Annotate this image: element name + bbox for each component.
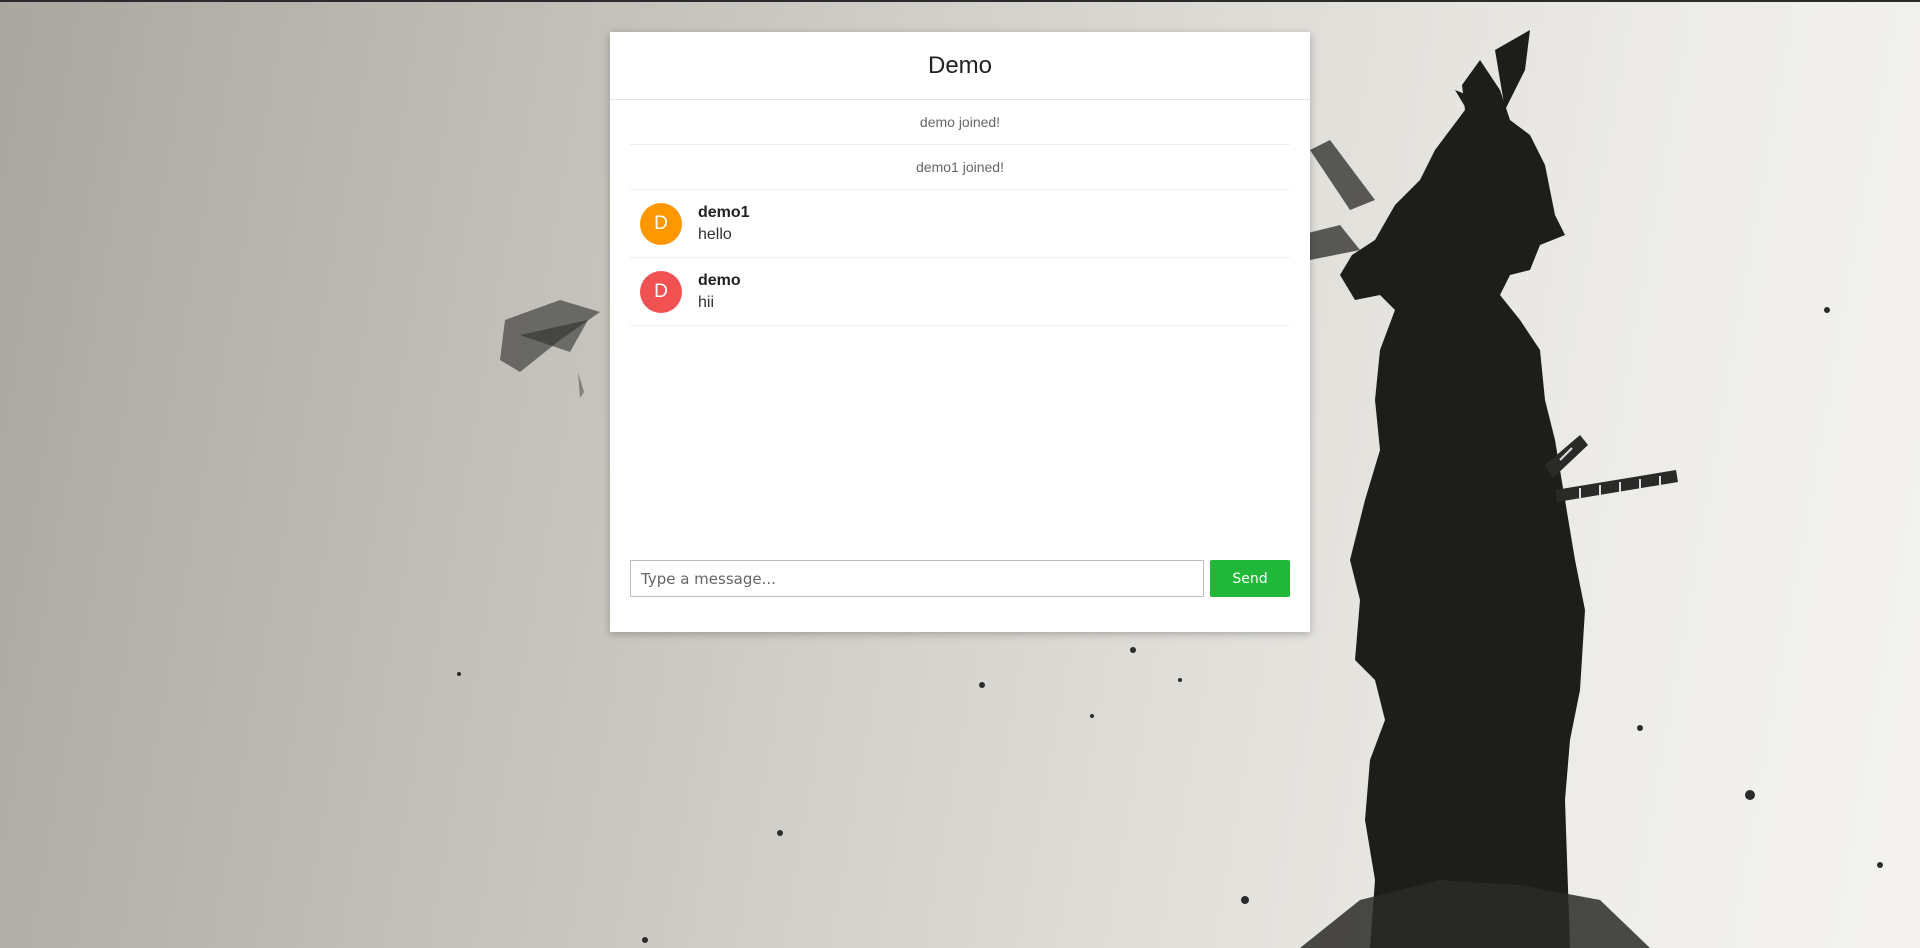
message-body: demo1 hello <box>698 202 750 246</box>
message-username: demo <box>698 271 741 289</box>
system-message: demo1 joined! <box>630 145 1290 190</box>
message-text: hii <box>698 293 715 311</box>
message-username: demo1 <box>698 203 750 221</box>
chat-panel: Demo demo joined! demo1 joined! D demo1 … <box>610 32 1310 632</box>
chat-message: D demo1 hello <box>630 190 1290 258</box>
page-title: Demo <box>927 51 993 79</box>
message-body: demo hii <box>698 270 741 314</box>
send-button[interactable]: Send <box>1210 560 1290 597</box>
message-list[interactable]: demo joined! demo1 joined! D demo1 hello… <box>610 100 1310 560</box>
avatar: D <box>640 202 682 245</box>
message-text: hello <box>698 225 732 243</box>
message-input[interactable] <box>630 560 1204 597</box>
system-message: demo joined! <box>630 100 1290 145</box>
chat-header: Demo <box>610 32 1310 100</box>
avatar: D <box>640 270 682 313</box>
message-composer: Send <box>610 560 1310 632</box>
chat-message: D demo hii <box>630 258 1290 326</box>
